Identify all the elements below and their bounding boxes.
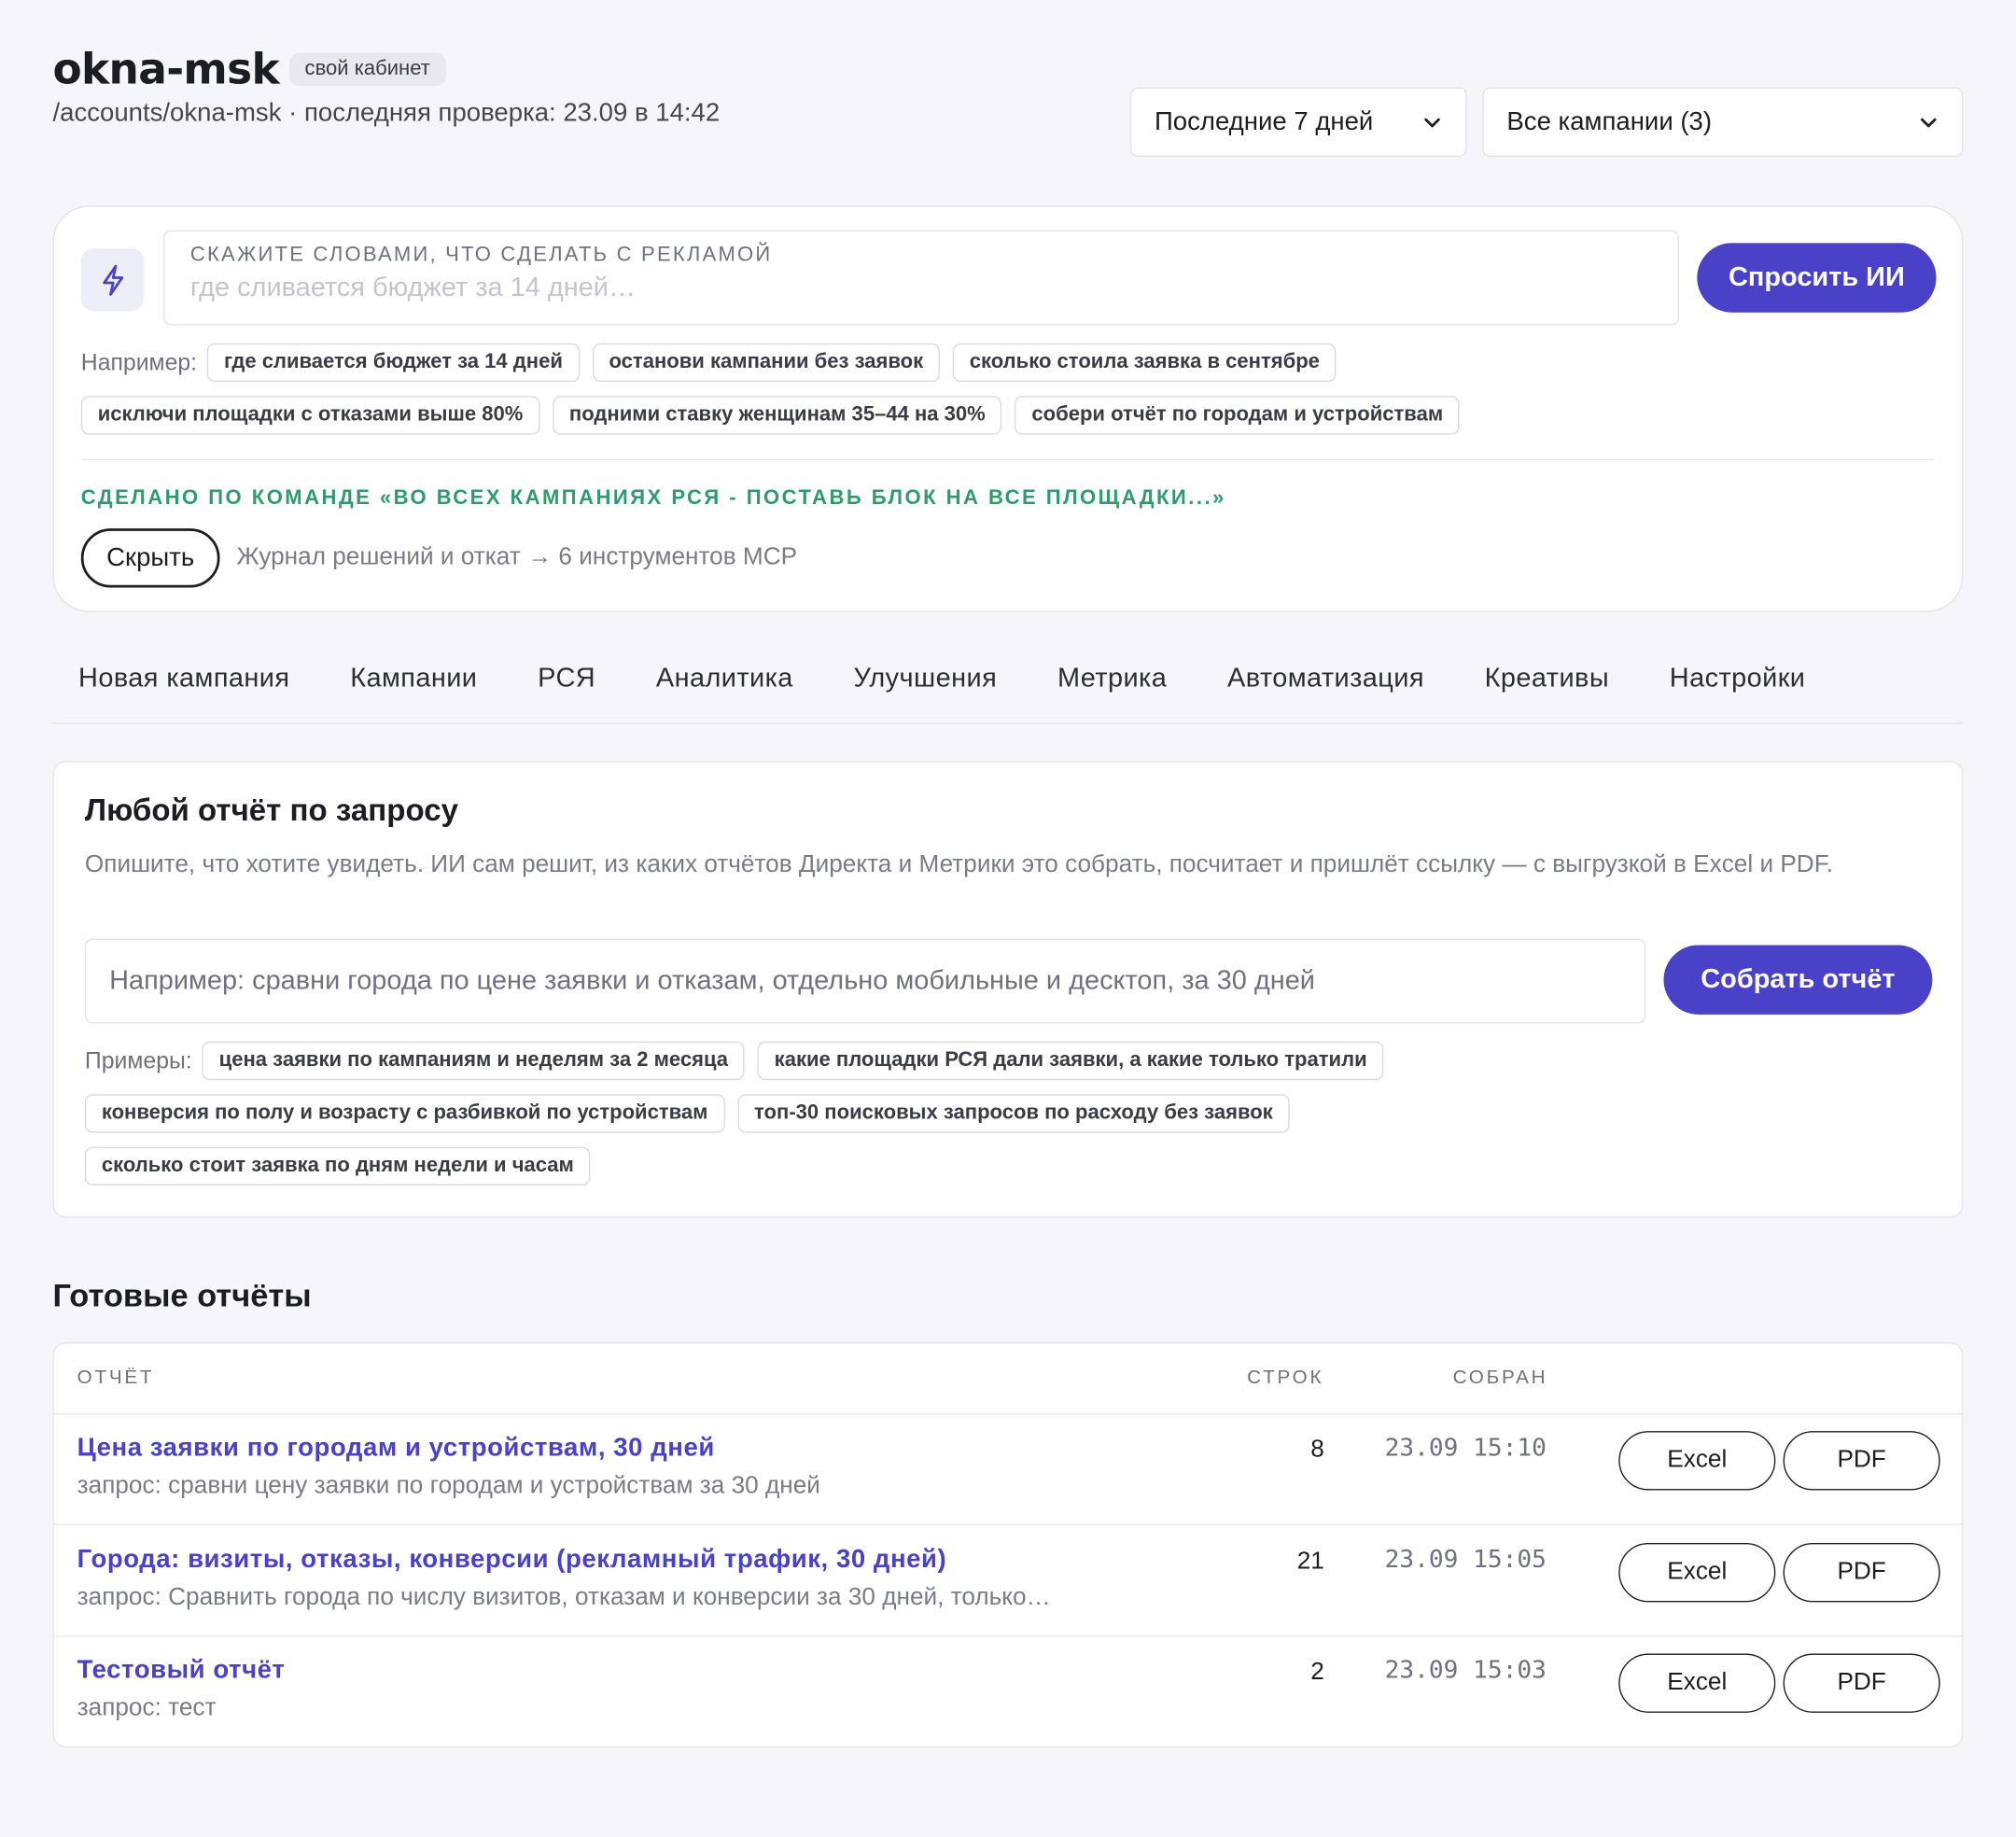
report-row-count: 2 bbox=[1310, 1658, 1324, 1686]
table-row: Цена заявки по городам и устройствам, 30… bbox=[53, 1413, 1963, 1525]
report-row-count: 8 bbox=[1310, 1436, 1324, 1464]
ai-example-chip[interactable]: сколько стоила заявка в сентябре bbox=[952, 343, 1337, 383]
excel-button[interactable]: Excel bbox=[1618, 1653, 1776, 1713]
campaigns-select[interactable]: Все кампании (3) bbox=[1482, 87, 1964, 158]
report-examples-row-1: Примеры: цена заявки по кампаниям и неде… bbox=[84, 1041, 1384, 1081]
report-request-title: Любой отчёт по запросу bbox=[84, 792, 458, 829]
report-examples-row-2: конверсия по полу и возрасту с разбивкой… bbox=[84, 1094, 1290, 1133]
title-row: okna-msk свой кабинет bbox=[52, 44, 1963, 94]
journal-link[interactable]: Журнал решений и откат → 6 инструментов … bbox=[236, 544, 797, 572]
collect-report-button[interactable]: Собрать отчёт bbox=[1663, 945, 1933, 1015]
bolt-icon bbox=[80, 247, 145, 312]
tab-new-campaign[interactable]: Новая кампания bbox=[52, 648, 315, 722]
tab-rsya[interactable]: РСЯ bbox=[512, 648, 622, 722]
period-select[interactable]: Последние 7 дней bbox=[1129, 87, 1467, 158]
account-badge: свой кабинет bbox=[289, 51, 446, 86]
main-tabs: Новая кампания Кампании РСЯ Аналитика Ул… bbox=[52, 648, 1964, 724]
column-report: ОТЧЁТ bbox=[77, 1367, 155, 1389]
ai-input-placeholder: где сливается бюджет за 14 дней… bbox=[189, 273, 636, 302]
ai-examples-lead: Например: bbox=[80, 348, 198, 375]
ready-reports-table: ОТЧЁТ СТРОК СОБРАН Цена заявки по города… bbox=[52, 1342, 1964, 1748]
pdf-button[interactable]: PDF bbox=[1783, 1543, 1940, 1603]
ai-examples-row-1: Например: где сливается бюджет за 14 дне… bbox=[80, 343, 1337, 383]
report-date: 23.09 15:05 bbox=[1384, 1545, 1547, 1575]
ai-example-chip[interactable]: собери отчёт по городам и устройствам bbox=[1015, 396, 1461, 435]
tab-settings[interactable]: Настройки bbox=[1644, 648, 1831, 722]
report-example-chip[interactable]: сколько стоит заявка по дням недели и ча… bbox=[84, 1146, 591, 1186]
ai-example-chip[interactable]: подними ставку женщинам 35–44 на 30% bbox=[553, 396, 1002, 435]
report-date: 23.09 15:03 bbox=[1384, 1656, 1547, 1685]
done-status: Сделано по команде «во всех кампаниях РС… bbox=[80, 487, 1226, 510]
table-row: Тестовый отчёт запрос: тест 2 23.09 15:0… bbox=[54, 1635, 1962, 1746]
tab-analytics[interactable]: Аналитика bbox=[630, 648, 819, 722]
ai-example-chip[interactable]: останови кампании без заявок bbox=[592, 343, 941, 383]
tab-campaigns[interactable]: Кампании bbox=[325, 648, 503, 722]
ai-command-input[interactable]: Скажите словами, что сделать с рекламой … bbox=[162, 230, 1680, 326]
report-link[interactable]: Тестовый отчёт bbox=[77, 1656, 286, 1686]
ready-reports-title: Готовые отчёты bbox=[52, 1278, 312, 1314]
column-collected: СОБРАН bbox=[1452, 1367, 1548, 1389]
report-date: 23.09 15:10 bbox=[1384, 1433, 1547, 1463]
ask-ai-button[interactable]: Спросить ИИ bbox=[1697, 243, 1937, 313]
tab-improvements[interactable]: Улучшения bbox=[828, 648, 1023, 722]
ai-command-card: Скажите словами, что сделать с рекламой … bbox=[52, 205, 1964, 612]
ai-example-chip[interactable]: исключи площадки с отказами выше 80% bbox=[80, 396, 540, 435]
report-link[interactable]: Города: визиты, отказы, конверсии (рекла… bbox=[77, 1546, 947, 1576]
excel-button[interactable]: Excel bbox=[1618, 1543, 1776, 1603]
report-example-chip[interactable]: топ-30 поисковых запросов по расходу без… bbox=[737, 1094, 1290, 1133]
ai-examples-row-2: исключи площадки с отказами выше 80% под… bbox=[80, 396, 1461, 435]
pdf-button[interactable]: PDF bbox=[1783, 1431, 1940, 1491]
hide-button[interactable]: Скрыть bbox=[80, 528, 220, 588]
column-rows: СТРОК bbox=[1247, 1367, 1324, 1389]
report-request-card: Любой отчёт по запросу Опишите, что хоти… bbox=[52, 761, 1964, 1218]
period-select-value: Последние 7 дней bbox=[1154, 107, 1374, 136]
chevron-down-icon bbox=[1920, 118, 1937, 128]
report-example-chip[interactable]: конверсия по полу и возрасту с разбивкой… bbox=[84, 1094, 725, 1133]
page: okna-msk свой кабинет /accounts/okna-msk… bbox=[0, 0, 2016, 1837]
ai-example-chip[interactable]: где сливается бюджет за 14 дней bbox=[207, 343, 580, 383]
report-example-chip[interactable]: цена заявки по кампаниям и неделям за 2 … bbox=[202, 1041, 745, 1081]
report-example-chip[interactable]: какие площадки РСЯ дали заявки, а какие … bbox=[757, 1041, 1384, 1081]
report-query: запрос: сравни цену заявки по городам и … bbox=[77, 1472, 820, 1500]
chevron-down-icon bbox=[1424, 118, 1440, 128]
report-query: запрос: Сравнить города по числу визитов… bbox=[77, 1584, 1051, 1612]
report-examples-row-3: сколько стоит заявка по дням недели и ча… bbox=[84, 1146, 591, 1186]
report-row-count: 21 bbox=[1296, 1548, 1324, 1576]
account-title: okna-msk bbox=[52, 43, 280, 94]
tab-creatives[interactable]: Креативы bbox=[1459, 648, 1634, 722]
pdf-button[interactable]: PDF bbox=[1783, 1653, 1940, 1713]
filters: Последние 7 дней Все кампании (3) bbox=[1129, 87, 1964, 158]
report-query: запрос: тест bbox=[77, 1694, 217, 1722]
tab-automation[interactable]: Автоматизация bbox=[1201, 648, 1449, 722]
report-examples-lead: Примеры: bbox=[84, 1046, 192, 1073]
table-row: Города: визиты, отказы, конверсии (рекла… bbox=[53, 1525, 1963, 1637]
divider bbox=[80, 458, 1936, 461]
report-request-description: Опишите, что хотите увидеть. ИИ сам реши… bbox=[84, 850, 1834, 878]
excel-button[interactable]: Excel bbox=[1618, 1431, 1776, 1491]
ai-input-label: Скажите словами, что сделать с рекламой bbox=[189, 244, 773, 267]
report-request-input[interactable]: Например: сравни города по цене заявки и… bbox=[84, 938, 1646, 1024]
table-header: ОТЧЁТ СТРОК СОБРАН bbox=[53, 1343, 1963, 1415]
tab-metrika[interactable]: Метрика bbox=[1031, 648, 1192, 722]
report-link[interactable]: Цена заявки по городам и устройствам, 30… bbox=[77, 1434, 715, 1464]
campaigns-select-value: Все кампании (3) bbox=[1506, 107, 1713, 136]
header: okna-msk свой кабинет /accounts/okna-msk… bbox=[52, 44, 1964, 173]
